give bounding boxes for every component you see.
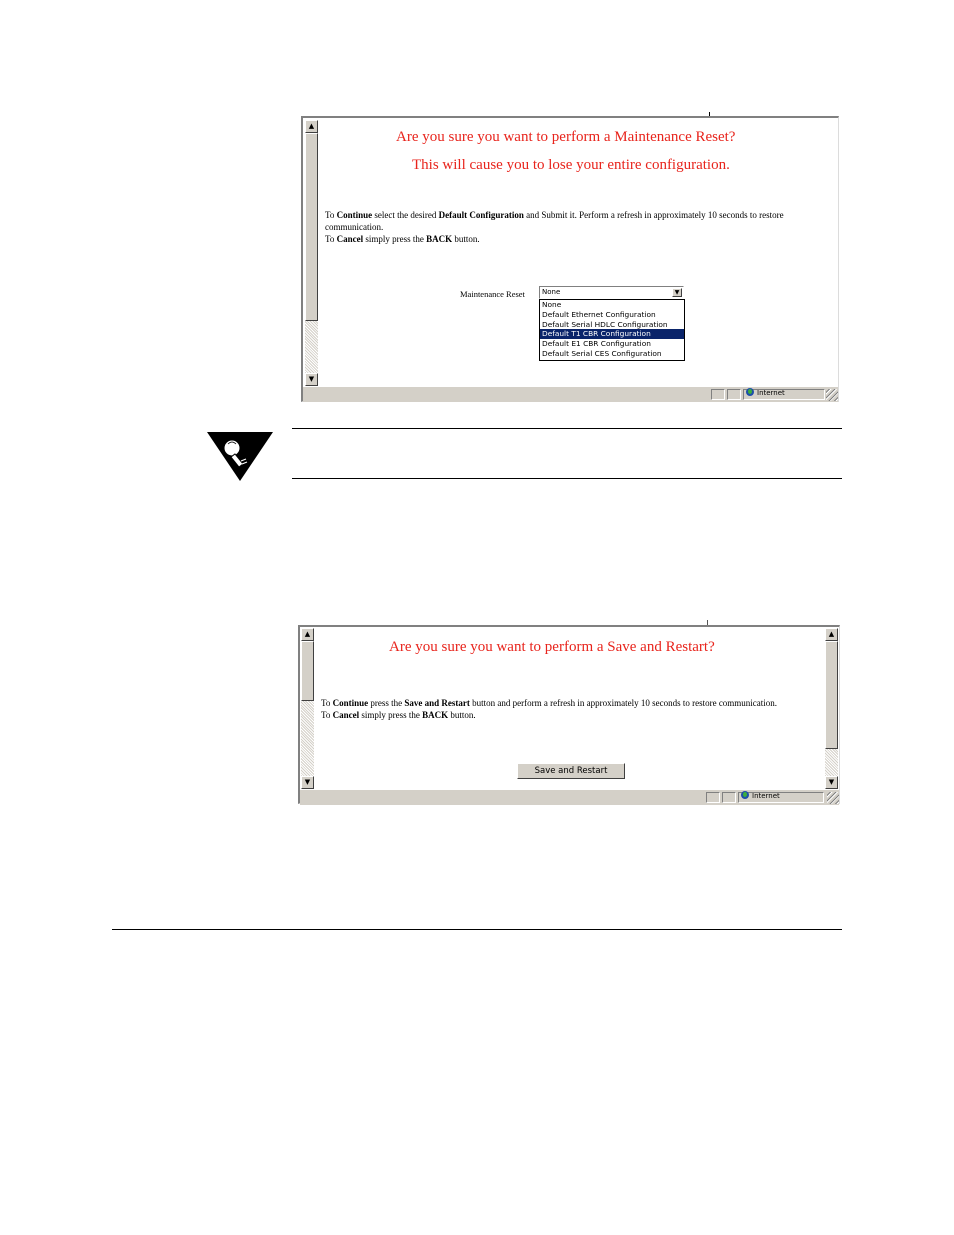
vertical-scrollbar[interactable]: ▲ ▼	[305, 120, 318, 386]
resize-grip-icon[interactable]	[826, 389, 838, 401]
select-value: None	[542, 288, 561, 296]
option-default-ethernet[interactable]: Default Ethernet Configuration	[540, 310, 684, 320]
status-zone: Internet	[746, 388, 785, 397]
globe-icon	[741, 791, 749, 799]
maintenance-reset-window: ▲ ▼ Are you sure you want to perform a M…	[301, 116, 839, 402]
option-none[interactable]: None	[540, 300, 684, 310]
scroll-thumb[interactable]	[305, 133, 318, 321]
maintenance-heading-2: This will cause you to lose your entire …	[412, 157, 730, 173]
continue-instruction: To Continue press the Save and Restart b…	[321, 698, 778, 708]
maintenance-reset-options: None Default Ethernet Configuration Defa…	[539, 299, 685, 361]
left-vertical-scrollbar[interactable]: ▲ ▼	[301, 628, 314, 789]
scroll-up-arrow-icon[interactable]: ▲	[301, 628, 314, 641]
scroll-down-arrow-icon[interactable]: ▼	[305, 373, 318, 386]
scroll-thumb[interactable]	[301, 641, 314, 701]
status-bar: Internet	[303, 386, 838, 402]
dropdown-arrow-icon[interactable]: ▼	[672, 288, 682, 297]
maintenance-instructions: To Continue select the desired Default C…	[325, 209, 830, 245]
resize-grip-icon[interactable]	[827, 792, 839, 804]
status-zone: Internet	[741, 791, 780, 800]
scroll-down-arrow-icon[interactable]: ▼	[825, 776, 838, 789]
maintenance-reset-label: Maintenance Reset	[460, 289, 525, 299]
option-default-e1-cbr[interactable]: Default E1 CBR Configuration	[540, 339, 684, 349]
right-vertical-scrollbar[interactable]: ▲ ▼	[825, 628, 838, 789]
continue-instruction: To Continue select the desired Default C…	[325, 210, 784, 232]
status-bar: Internet	[300, 789, 839, 805]
option-default-serial-hdlc[interactable]: Default Serial HDLC Configuration	[540, 320, 684, 330]
save-restart-window: ▲ ▼ ▲ ▼ Are you sure you want to perform…	[298, 625, 840, 805]
scroll-down-arrow-icon[interactable]: ▼	[301, 776, 314, 789]
save-and-restart-button[interactable]: Save and Restart	[517, 763, 625, 779]
maintenance-heading-1: Are you sure you want to perform a Maint…	[396, 129, 736, 145]
save-restart-heading: Are you sure you want to perform a Save …	[389, 639, 715, 655]
status-cell	[722, 792, 736, 803]
cancel-instruction: To Cancel simply press the BACK button.	[325, 234, 480, 244]
status-cell	[727, 389, 741, 400]
note-top-rule	[292, 428, 842, 429]
scroll-up-arrow-icon[interactable]: ▲	[825, 628, 838, 641]
maintenance-reset-select[interactable]: None ▼	[539, 286, 684, 299]
status-cell	[711, 389, 725, 400]
save-restart-instructions: To Continue press the Save and Restart b…	[321, 697, 821, 721]
scroll-up-arrow-icon[interactable]: ▲	[305, 120, 318, 133]
globe-icon	[746, 388, 754, 396]
status-cell	[706, 792, 720, 803]
option-default-t1-cbr[interactable]: Default T1 CBR Configuration	[540, 329, 684, 340]
cancel-instruction: To Cancel simply press the BACK button.	[321, 710, 476, 720]
option-default-serial-ces[interactable]: Default Serial CES Configuration	[540, 349, 684, 359]
note-bottom-rule	[292, 478, 842, 479]
page-rule	[112, 929, 842, 930]
note-lightbulb-icon	[207, 432, 273, 481]
scroll-thumb[interactable]	[825, 641, 838, 749]
